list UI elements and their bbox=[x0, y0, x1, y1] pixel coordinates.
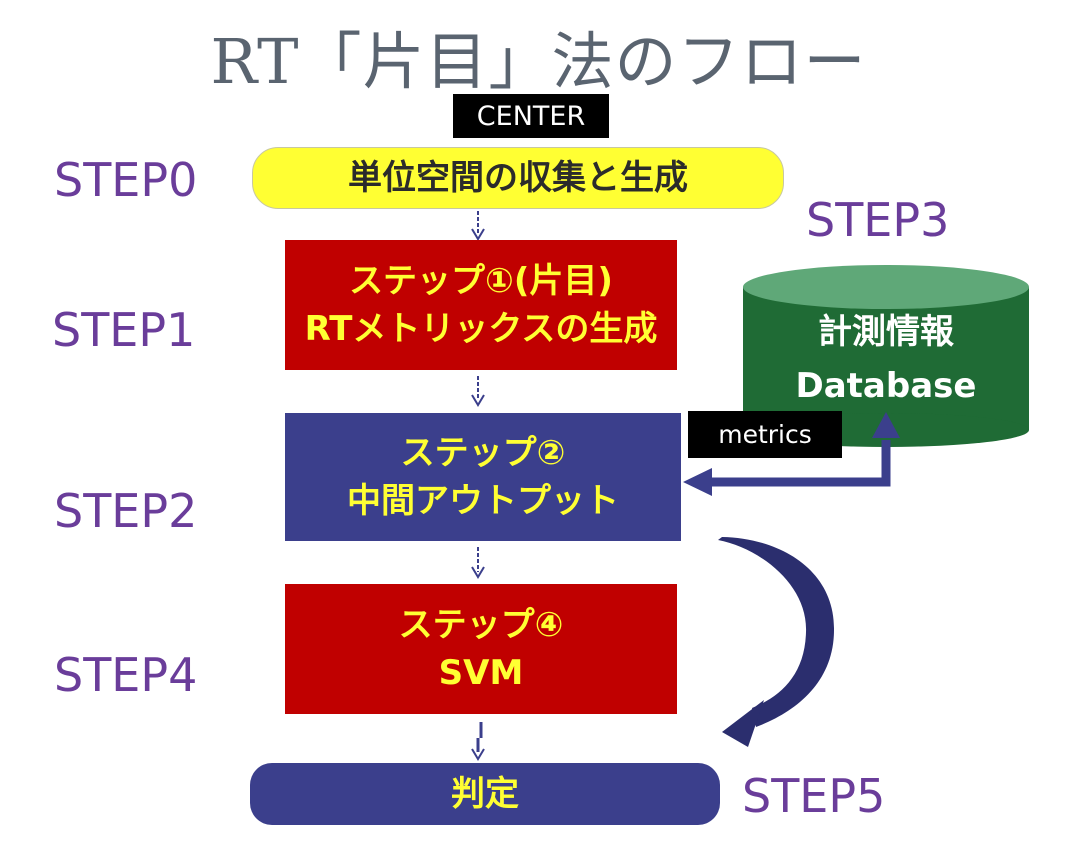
collect-unit-space-box: 単位空間の収集と生成 bbox=[252, 147, 784, 209]
step1-title: ステップ①(片目) bbox=[349, 261, 613, 301]
step1-box: ステップ①(片目) RTメトリックスの生成 bbox=[285, 240, 677, 370]
collect-box-text: 単位空間の収集と生成 bbox=[348, 158, 688, 198]
step-label-2: STEP2 bbox=[54, 484, 198, 538]
step2-box: ステップ② 中間アウトプット bbox=[285, 413, 681, 541]
step4-subtitle: SVM bbox=[438, 653, 524, 693]
arrow-step2-to-step4 bbox=[471, 547, 485, 579]
step4-title: ステップ④ bbox=[398, 605, 564, 645]
arrow-step1-to-step2 bbox=[471, 376, 485, 407]
judgement-text: 判定 bbox=[451, 774, 519, 814]
step2-subtitle: 中間アウトプット bbox=[347, 481, 619, 521]
database-label-line2: Database bbox=[795, 366, 977, 406]
arrow-step0-to-step1 bbox=[471, 211, 485, 241]
step4-box: ステップ④ SVM bbox=[285, 584, 677, 714]
curved-arrow bbox=[718, 537, 835, 747]
step-label-1: STEP1 bbox=[52, 303, 196, 357]
database-label: 計測情報 Database bbox=[743, 305, 1029, 413]
center-tag: CENTER bbox=[453, 94, 609, 138]
step1-subtitle: RTメトリックスの生成 bbox=[304, 309, 658, 349]
step-label-5: STEP5 bbox=[742, 769, 886, 823]
step-label-0: STEP0 bbox=[54, 153, 198, 207]
step-label-4: STEP4 bbox=[54, 648, 198, 702]
step-label-3: STEP3 bbox=[806, 193, 950, 247]
arrow-step4-to-judge bbox=[471, 722, 485, 761]
metrics-tag: metrics bbox=[688, 411, 842, 458]
judgement-box: 判定 bbox=[250, 763, 720, 825]
step2-title: ステップ② bbox=[400, 433, 566, 473]
database-label-line1: 計測情報 bbox=[818, 312, 954, 352]
